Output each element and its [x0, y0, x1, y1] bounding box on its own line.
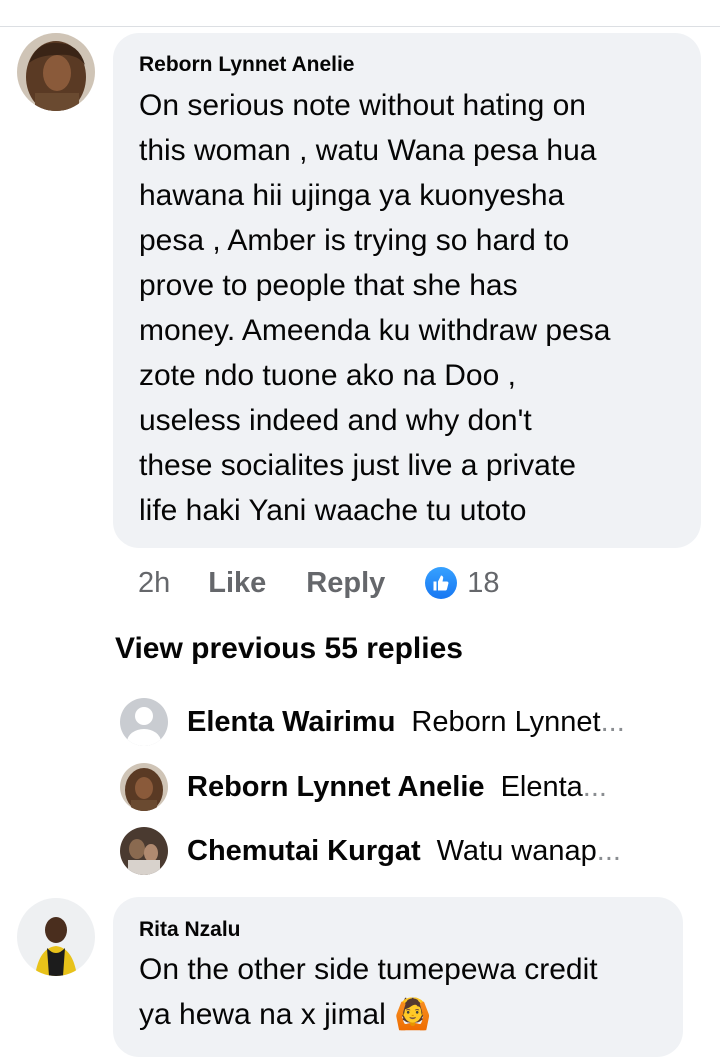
- reaction-count: 18: [467, 566, 500, 599]
- profile-photo: [120, 827, 168, 875]
- comment-author[interactable]: Reborn Lynnet Anelie: [139, 53, 354, 77]
- default-profile-icon: [120, 698, 168, 746]
- comment-timestamp[interactable]: 2h: [138, 567, 170, 600]
- reply-preview-row[interactable]: Chemutai Kurgat Watu wanap ...: [120, 826, 680, 876]
- reply-preview-row[interactable]: Reborn Lynnet Anelie Elenta ...: [120, 762, 680, 812]
- reply-snippet: Elenta: [500, 770, 583, 803]
- reply-ellipsis: ...: [600, 705, 625, 738]
- comment-bubble: Reborn Lynnet Anelie On serious note wit…: [113, 33, 701, 548]
- profile-photo: [17, 33, 95, 111]
- reply-author: Reborn Lynnet Anelie: [187, 770, 485, 803]
- comment-text-content: On the other side tumepewa credit ya hew…: [139, 953, 598, 1031]
- profile-photo: [17, 898, 95, 976]
- reply-author: Chemutai Kurgat: [187, 834, 421, 867]
- reply-snippet: Reborn Lynnet: [411, 705, 601, 738]
- comment-text: On the other side tumepewa credit ya hew…: [139, 947, 598, 1037]
- reaction-summary[interactable]: 18: [425, 566, 500, 600]
- reply-snippet: Watu wanap: [436, 834, 597, 867]
- view-previous-replies-link[interactable]: View previous 55 replies: [115, 632, 463, 666]
- reply-author: Elenta Wairimu: [187, 705, 396, 738]
- like-icon: [425, 567, 458, 599]
- comment-author[interactable]: Rita Nzalu: [139, 918, 241, 942]
- avatar: [120, 763, 168, 811]
- reply-preview-row[interactable]: Elenta Wairimu Reborn Lynnet ...: [120, 697, 680, 747]
- comment-text: On serious note without hating on this w…: [139, 89, 611, 527]
- profile-photo: [120, 763, 168, 811]
- reply-ellipsis: ...: [596, 834, 621, 867]
- avatar[interactable]: [17, 898, 95, 976]
- gesture-emoji-icon: 🙆: [394, 998, 432, 1031]
- like-button[interactable]: Like: [208, 567, 266, 600]
- top-divider: [0, 26, 720, 27]
- avatar: [120, 698, 168, 746]
- reply-button[interactable]: Reply: [306, 567, 385, 600]
- comment-bubble: Rita Nzalu On the other side tumepewa cr…: [113, 897, 683, 1057]
- comment-actions: 2h Like Reply 18: [138, 562, 500, 604]
- avatar: [120, 827, 168, 875]
- reply-ellipsis: ...: [582, 770, 607, 803]
- avatar[interactable]: [17, 33, 95, 111]
